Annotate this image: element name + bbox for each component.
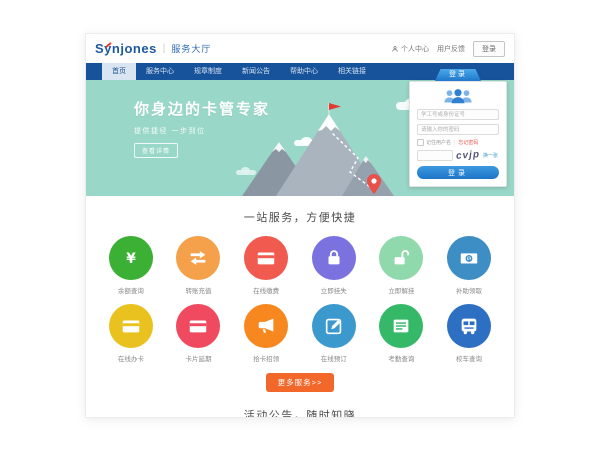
service-label: 立即挂失	[300, 285, 368, 295]
users-icon	[440, 88, 476, 105]
service-item[interactable]: 立即解挂	[368, 236, 436, 295]
remember-checkbox[interactable]	[417, 139, 424, 146]
card-icon[interactable]	[176, 304, 220, 348]
hero-title: 你身边的卡管专家	[134, 98, 270, 119]
unlock-icon[interactable]	[379, 236, 423, 280]
nav-item-links[interactable]: 相关链接	[328, 63, 376, 80]
service-label: 拾卡招领	[232, 353, 300, 363]
services-grid: ¥ 余额查询转账充值在线缴费立即挂失立即解挂 $ 补助领取在线办卡卡片延期拾卡招领在线…	[97, 236, 503, 372]
brand-divider: |	[163, 43, 166, 54]
service-item[interactable]: 拾卡招领	[232, 304, 300, 363]
transfer-icon[interactable]	[176, 236, 220, 280]
card-icon[interactable]	[109, 304, 153, 348]
header-login-button[interactable]: 登录	[473, 41, 505, 57]
captcha-image: cvjp	[456, 149, 481, 162]
nav-item-rules[interactable]: 规章制度	[184, 63, 232, 80]
login-panel: 登录 记住用户名 | 忘记密码 cvjp	[409, 69, 507, 187]
service-label: 卡片延期	[165, 353, 233, 363]
remember-label: 记住用户名	[426, 139, 451, 146]
hero-text: 你身边的卡管专家 提供捷径 一步到位 查看详情	[134, 98, 270, 158]
service-item[interactable]: 考勤查询	[368, 304, 436, 363]
nav-item-help[interactable]: 帮助中心	[280, 63, 328, 80]
remember-row: 记住用户名 | 忘记密码	[417, 139, 499, 146]
hero-cta-button[interactable]: 查看详情	[134, 143, 178, 158]
service-label: 立即解挂	[368, 285, 436, 295]
yuan-icon[interactable]: ¥	[109, 236, 153, 280]
svg-text:$: $	[467, 256, 471, 262]
list-icon[interactable]	[379, 304, 423, 348]
user-feedback-link[interactable]: 用户反馈	[437, 44, 465, 54]
service-item[interactable]: 卡片延期	[165, 304, 233, 363]
header: Synjones | 服务大厅 个人中心 用户反馈 登录	[86, 34, 514, 63]
banknote-icon[interactable]: $	[447, 236, 491, 280]
service-label: 考勤查询	[368, 353, 436, 363]
bus-icon[interactable]	[447, 304, 491, 348]
site-page: Synjones | 服务大厅 个人中心 用户反馈 登录 首页 服务中心 规章制…	[85, 33, 515, 418]
site-name: 服务大厅	[171, 42, 211, 55]
service-label: 校车查询	[435, 353, 503, 363]
service-item[interactable]: 校车查询	[435, 304, 503, 363]
svg-text:¥: ¥	[126, 251, 136, 267]
service-item[interactable]: $ 补助领取	[435, 236, 503, 295]
login-tab[interactable]: 登录	[435, 69, 481, 81]
header-links: 个人中心 用户反馈 登录	[391, 41, 505, 57]
captcha-input[interactable]	[417, 150, 453, 161]
forgot-password-link[interactable]: 忘记密码	[458, 139, 478, 146]
nav-item-home[interactable]: 首页	[102, 63, 136, 80]
login-submit-button[interactable]: 登录	[417, 166, 499, 179]
service-label: 补助领取	[435, 285, 503, 295]
brand[interactable]: Synjones | 服务大厅	[95, 41, 211, 56]
logo[interactable]: Synjones	[95, 41, 157, 56]
announcements-title: 活动公告，随时知晓	[86, 407, 514, 418]
service-item[interactable]: 立即挂失	[300, 236, 368, 295]
services-title: 一站服务，方便快捷	[86, 209, 514, 225]
captcha-row: cvjp 换一张	[417, 150, 499, 161]
service-label: 在线缴费	[232, 285, 300, 295]
service-item[interactable]: 在线办卡	[97, 304, 165, 363]
more-services-button[interactable]: 更多服务>>	[266, 373, 334, 392]
edit-icon[interactable]	[312, 304, 356, 348]
username-input[interactable]	[417, 109, 499, 120]
card-icon[interactable]	[244, 236, 288, 280]
nav-item-news[interactable]: 新闻公告	[232, 63, 280, 80]
service-label: 转账充值	[165, 285, 233, 295]
password-input[interactable]	[417, 124, 499, 135]
personal-center-link[interactable]: 个人中心	[391, 44, 429, 54]
captcha-refresh-link[interactable]: 换一张	[483, 152, 498, 159]
nav-item-service-center[interactable]: 服务中心	[136, 63, 184, 80]
lock-icon[interactable]	[312, 236, 356, 280]
service-item[interactable]: 转账充值	[165, 236, 233, 295]
person-icon	[391, 45, 399, 53]
service-label: 在线办卡	[97, 353, 165, 363]
login-form: 记住用户名 | 忘记密码 cvjp 换一张 登录	[409, 81, 507, 187]
service-label: 在线预订	[300, 353, 368, 363]
service-label: 余额查询	[97, 285, 165, 295]
service-item[interactable]: 在线预订	[300, 304, 368, 363]
megaphone-icon[interactable]	[244, 304, 288, 348]
hero-subtitle: 提供捷径 一步到位	[134, 126, 270, 136]
service-item[interactable]: ¥ 余额查询	[97, 236, 165, 295]
service-item[interactable]: 在线缴费	[232, 236, 300, 295]
